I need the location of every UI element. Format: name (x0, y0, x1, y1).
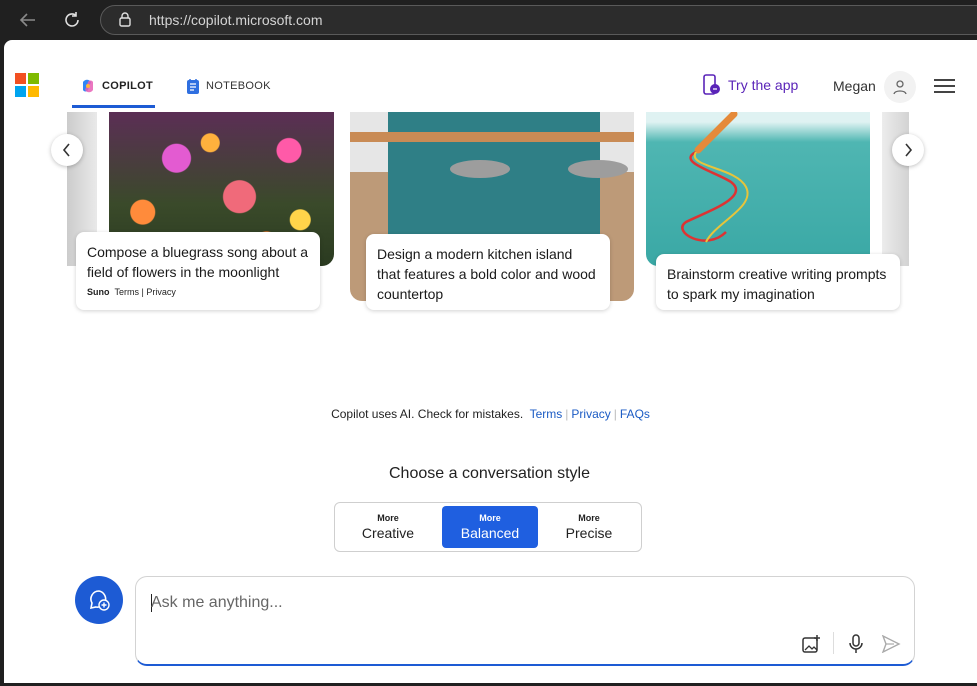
new-chat-icon (89, 590, 110, 611)
style-option-label: Precise (565, 525, 613, 541)
terms-link[interactable]: Terms (530, 407, 563, 421)
conversation-style-selector: More Creative More Balanced More Precise (334, 502, 642, 552)
style-option-creative[interactable]: More Creative (340, 506, 436, 548)
user-icon (893, 80, 907, 95)
browser-toolbar: https://copilot.microsoft.com (0, 0, 977, 40)
style-option-precise[interactable]: More Precise (541, 506, 637, 548)
tab-copilot[interactable]: COPILOT (72, 72, 155, 108)
microsoft-logo[interactable] (15, 73, 39, 97)
phone-chat-icon (703, 74, 720, 95)
pen-drawing-icon (681, 112, 749, 243)
lock-icon[interactable] (117, 11, 135, 29)
microphone-icon[interactable] (845, 633, 867, 655)
suggestion-card[interactable]: Design a modern kitchen island that feat… (366, 234, 610, 310)
faqs-link[interactable]: FAQs (620, 407, 650, 421)
conversation-style-title: Choose a conversation style (389, 465, 590, 482)
copilot-page: COPILOT NOTEBOOK Try the app Megan Compo… (4, 40, 977, 683)
user-name[interactable]: Megan (833, 78, 876, 94)
ai-disclaimer: Copilot uses AI. Check for mistakes. Ter… (331, 407, 650, 421)
chat-composer (135, 576, 915, 666)
attribution-brand: Suno (87, 287, 110, 297)
ask-input[interactable] (151, 591, 751, 615)
carousel-image-pen[interactable] (646, 112, 870, 266)
try-the-app-link[interactable]: Try the app (702, 74, 798, 96)
reload-icon[interactable] (60, 8, 84, 32)
style-option-prefix: More (377, 513, 399, 523)
back-icon[interactable] (16, 8, 40, 32)
send-icon[interactable] (880, 633, 902, 655)
chevron-left-icon (62, 143, 70, 157)
chevron-right-icon (905, 143, 913, 157)
notebook-icon (187, 79, 199, 94)
suggestion-text: Brainstorm creative writing prompts to s… (667, 266, 887, 302)
suggestion-card[interactable]: Compose a bluegrass song about a field o… (76, 232, 320, 310)
suggestion-card[interactable]: Brainstorm creative writing prompts to s… (656, 254, 900, 310)
style-option-balanced[interactable]: More Balanced (442, 506, 538, 548)
new-topic-button[interactable] (75, 576, 123, 624)
style-option-prefix: More (578, 513, 600, 523)
attribution-links[interactable]: Terms | Privacy (115, 287, 176, 297)
menu-icon[interactable] (934, 77, 956, 95)
tab-label: COPILOT (102, 80, 153, 92)
try-the-app-label: Try the app (728, 77, 799, 93)
suggestion-text: Design a modern kitchen island that feat… (377, 246, 596, 302)
add-image-icon[interactable] (800, 633, 822, 655)
copilot-icon (83, 79, 93, 93)
url-text[interactable]: https://copilot.microsoft.com (149, 12, 323, 28)
tab-label: NOTEBOOK (206, 80, 271, 92)
card-attribution: Suno Terms | Privacy (87, 286, 309, 298)
tab-notebook[interactable]: NOTEBOOK (186, 72, 276, 108)
carousel-next-button[interactable] (892, 134, 924, 166)
style-option-label: Balanced (460, 525, 520, 541)
composer-divider (833, 632, 834, 654)
disclaimer-text: Copilot uses AI. Check for mistakes. (331, 407, 524, 421)
suggestion-carousel: Compose a bluegrass song about a field o… (67, 112, 909, 322)
carousel-prev-button[interactable] (51, 134, 83, 166)
suggestion-text: Compose a bluegrass song about a field o… (87, 244, 309, 280)
privacy-link[interactable]: Privacy (571, 407, 610, 421)
style-option-label: Creative (361, 525, 415, 541)
style-option-prefix: More (479, 513, 501, 523)
avatar[interactable] (884, 71, 916, 103)
